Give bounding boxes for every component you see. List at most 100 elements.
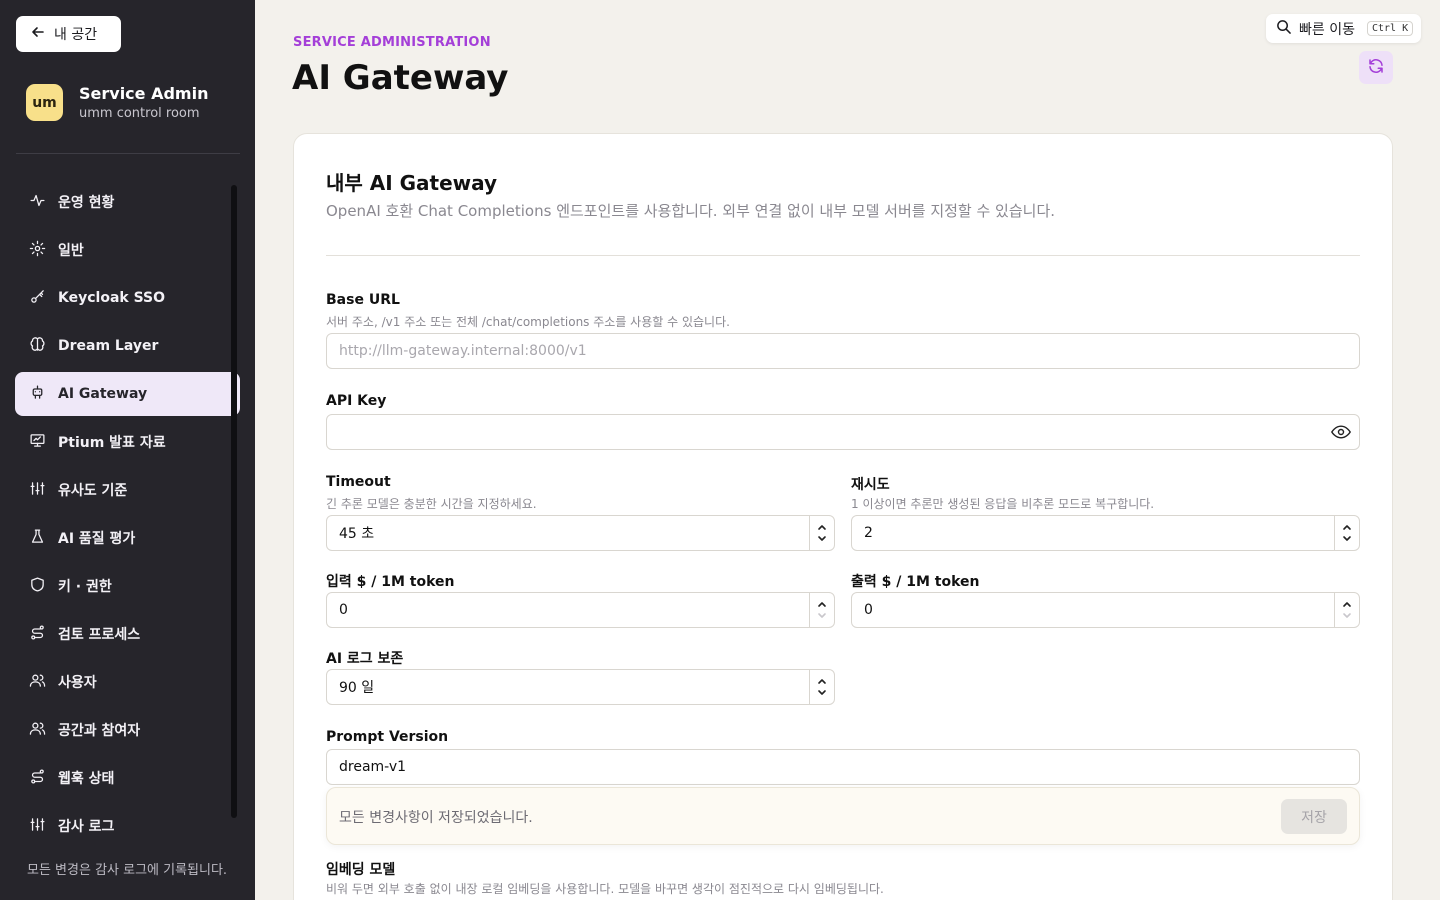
base-url-hint: 서버 주소, /v1 주소 또는 전체 /chat/completions 주소… — [326, 315, 730, 329]
input-price-label: 입력 $ / 1M token — [326, 574, 455, 590]
timeout-hint: 긴 추론 모델은 충분한 시간을 지정하세요. — [326, 497, 537, 511]
sidebar-item-label: Keycloak SSO — [58, 290, 166, 306]
key-icon — [29, 288, 46, 309]
retry-hint: 1 이상이면 추론만 생성된 응답을 비추론 모드로 복구합니다. — [851, 497, 1155, 511]
sidebar-item-dream-layer[interactable]: Dream Layer — [15, 324, 240, 368]
sidebar-item-label: 키 · 권한 — [58, 579, 112, 595]
retry-label: 재시도 — [851, 477, 890, 493]
input-price-input[interactable]: 0 — [326, 592, 835, 628]
retry-value: 2 — [864, 525, 873, 541]
brand-subtitle: umm control room — [79, 106, 200, 121]
sidebar-item-keycloak-sso[interactable]: Keycloak SSO — [15, 276, 240, 320]
log-retention-label: AI 로그 보존 — [326, 651, 404, 667]
brain-icon — [29, 336, 46, 357]
sidebar-item-label: AI Gateway — [58, 386, 148, 402]
prompt-version-input[interactable]: dream-v1 — [326, 749, 1360, 785]
route-icon — [29, 624, 46, 645]
log-retention-input[interactable]: 90 일 — [326, 669, 835, 705]
base-url-input[interactable]: http://llm-gateway.internal:8000/v1 — [326, 333, 1360, 369]
brand: um Service Admin umm control room — [26, 84, 208, 121]
sidebar-item-label: AI 품질 평가 — [58, 531, 136, 547]
chevron-down-icon — [1343, 536, 1351, 541]
sidebar-item-general[interactable]: 일반 — [15, 228, 240, 272]
prompt-version-label: Prompt Version — [326, 729, 449, 745]
timeout-label: Timeout — [326, 474, 391, 490]
sidebar-item-similarity[interactable]: 유사도 기준 — [15, 468, 240, 512]
sidebar-item-label: 운영 현황 — [58, 195, 115, 211]
page-eyebrow: SERVICE ADMINISTRATION — [293, 35, 491, 50]
sidebar: 내 공간 um Service Admin umm control room 운… — [0, 0, 255, 900]
gear-icon — [29, 240, 46, 261]
save-status-text: 모든 변경사항이 저장되었습니다. — [339, 810, 533, 826]
sidebar-item-users[interactable]: 사용자 — [15, 660, 240, 704]
timeout-stepper[interactable] — [809, 516, 834, 550]
sidebar-item-dashboard[interactable]: 운영 현황 — [15, 180, 240, 224]
chevron-down-icon — [818, 613, 826, 618]
refresh-icon — [1367, 57, 1385, 79]
sidebar-item-label: Dream Layer — [58, 338, 159, 354]
refresh-button[interactable] — [1359, 51, 1393, 84]
eye-icon[interactable] — [1331, 423, 1351, 441]
keyboard-shortcut: Ctrl K — [1366, 21, 1414, 36]
api-key-input[interactable] — [326, 414, 1360, 450]
input-price-stepper[interactable] — [809, 593, 834, 627]
search-icon — [1276, 19, 1291, 38]
base-url-label: Base URL — [326, 292, 400, 308]
back-to-my-space-button[interactable]: 내 공간 — [16, 16, 121, 52]
sidebar-item-label: 웹훅 상태 — [58, 771, 115, 787]
brand-title: Service Admin — [79, 84, 209, 103]
sidebar-item-spaces-participants[interactable]: 공간과 참여자 — [15, 708, 240, 752]
activity-icon — [29, 192, 46, 213]
save-button[interactable]: 저장 — [1281, 799, 1347, 834]
chevron-up-icon — [818, 679, 826, 684]
sidebar-item-audit-log[interactable]: 감사 로그 — [15, 804, 240, 848]
embedding-model-hint: 비워 두면 외부 호출 없이 내장 로컬 임베딩을 사용합니다. 모델을 바꾸면… — [326, 882, 884, 896]
section-title: 내부 AI Gateway — [326, 171, 498, 195]
chevron-up-icon — [1343, 525, 1351, 530]
chevron-up-icon — [1343, 602, 1351, 607]
sliders-icon — [29, 816, 46, 837]
output-price-stepper[interactable] — [1334, 593, 1359, 627]
chevron-down-icon — [1343, 613, 1351, 618]
sidebar-item-ai-quality[interactable]: AI 품질 평가 — [15, 516, 240, 560]
users-icon — [29, 720, 46, 741]
chevron-up-icon — [818, 525, 826, 530]
sidebar-item-review-process[interactable]: 검토 프로세스 — [15, 612, 240, 656]
quick-nav-label: 빠른 이동 — [1299, 21, 1355, 38]
back-button-label: 내 공간 — [54, 27, 98, 43]
retry-input[interactable]: 2 — [851, 515, 1360, 551]
presentation-icon — [29, 432, 46, 453]
sidebar-item-label: 사용자 — [58, 675, 97, 691]
sidebar-item-label: 일반 — [58, 243, 84, 259]
sidebar-item-keys-permissions[interactable]: 키 · 권한 — [15, 564, 240, 608]
sliders-icon — [29, 480, 46, 501]
sidebar-nav: 운영 현황 일반 Keycloak SSO Dream Layer AI Gat… — [15, 180, 240, 852]
users-icon — [29, 672, 46, 693]
sidebar-footer-note: 모든 변경은 감사 로그에 기록됩니다. — [27, 863, 228, 878]
api-key-label: API Key — [326, 393, 387, 409]
log-retention-stepper[interactable] — [809, 670, 834, 704]
sidebar-item-label: 감사 로그 — [58, 819, 115, 835]
sidebar-item-label: 공간과 참여자 — [58, 723, 141, 739]
arrow-left-icon — [30, 24, 46, 44]
output-price-label: 출력 $ / 1M token — [851, 574, 980, 590]
retry-stepper[interactable] — [1334, 516, 1359, 550]
flask-icon — [29, 528, 46, 549]
sidebar-item-webhook-status[interactable]: 웹훅 상태 — [15, 756, 240, 800]
output-price-input[interactable]: 0 — [851, 592, 1360, 628]
log-retention-value: 90 일 — [339, 680, 375, 696]
sidebar-scrollbar[interactable] — [231, 185, 237, 818]
brand-logo: um — [26, 84, 63, 121]
timeout-input[interactable]: 45 초 — [326, 515, 835, 551]
sidebar-item-label: 검토 프로세스 — [58, 627, 141, 643]
save-bar: 모든 변경사항이 저장되었습니다. 저장 — [326, 787, 1360, 845]
quick-nav-button[interactable]: 빠른 이동 Ctrl K — [1266, 14, 1421, 43]
section-description: OpenAI 호환 Chat Completions 엔드포인트를 사용합니다.… — [326, 202, 1056, 220]
base-url-placeholder: http://llm-gateway.internal:8000/v1 — [339, 343, 587, 359]
sidebar-item-ptium-slides[interactable]: Ptium 발표 자료 — [15, 420, 240, 464]
sidebar-item-label: 유사도 기준 — [58, 483, 128, 499]
section-divider — [326, 255, 1360, 256]
output-price-value: 0 — [864, 602, 873, 618]
sidebar-divider — [16, 153, 240, 154]
sidebar-item-ai-gateway[interactable]: AI Gateway — [15, 372, 240, 416]
